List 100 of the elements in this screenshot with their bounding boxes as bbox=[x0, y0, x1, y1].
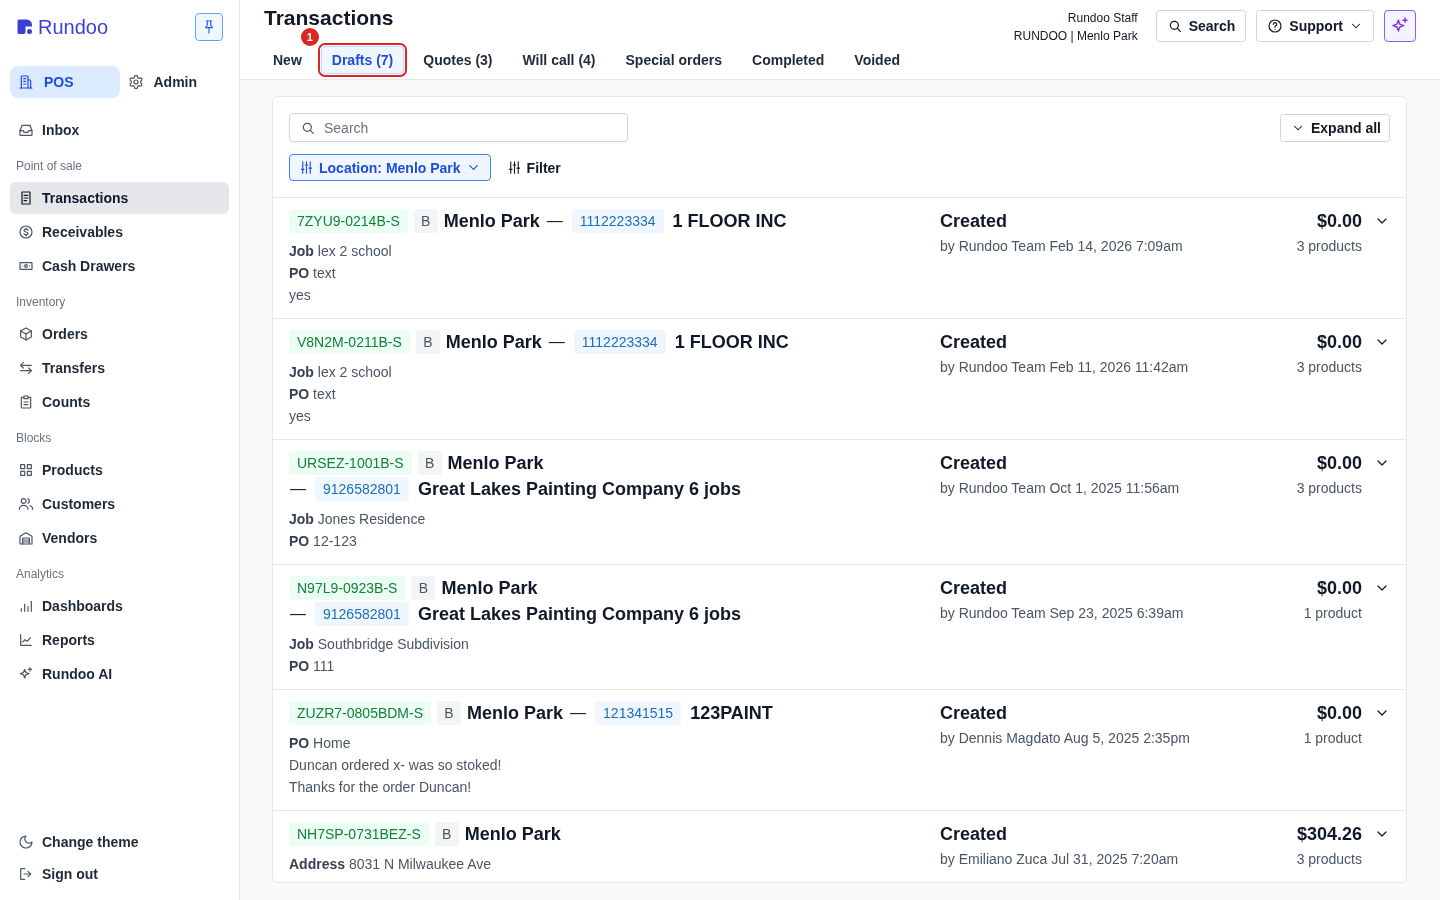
order-number-tag: V8N2M-0211B-S bbox=[289, 330, 410, 354]
total-amount: $0.00 bbox=[1316, 331, 1362, 354]
product-count: 1 product bbox=[1303, 729, 1362, 748]
total-amount: $0.00 bbox=[1316, 702, 1362, 725]
pin-button[interactable] bbox=[195, 13, 223, 41]
tab[interactable]: Will call (4) bbox=[511, 46, 607, 74]
location-name: Menlo Park bbox=[441, 577, 538, 600]
mode-tab[interactable]: POS bbox=[10, 66, 120, 98]
nav-item[interactable]: Reports bbox=[10, 624, 229, 656]
detail-line: PO 12-123 bbox=[289, 532, 357, 551]
nav-item[interactable]: Products bbox=[10, 454, 229, 486]
nav-item[interactable]: Vendors bbox=[10, 522, 229, 554]
phone-tag: 9126582801 bbox=[315, 477, 409, 501]
mode-tab[interactable]: Admin bbox=[119, 66, 229, 98]
tab[interactable]: Drafts (7) bbox=[320, 46, 405, 74]
detail-line: PO Home bbox=[289, 734, 351, 753]
created-by-text: by Emiliano Zuca Jul 31, 2025 7:20am bbox=[940, 850, 1179, 869]
detail-line: PO text bbox=[289, 264, 336, 283]
customer-name: Great Lakes Painting Company 6 jobs bbox=[417, 478, 741, 501]
order-number-tag: ZUZR7-0805BDM-S bbox=[289, 701, 432, 725]
location-name: Menlo Park bbox=[443, 210, 540, 233]
step-number-marker: 1 bbox=[300, 28, 319, 46]
nav-item[interactable]: Dashboards bbox=[10, 590, 229, 622]
tab[interactable]: Special orders bbox=[614, 46, 733, 74]
detail-line: Job lex 2 school bbox=[289, 242, 392, 261]
total-amount: $304.26 bbox=[1296, 823, 1362, 846]
order-number-tag: 7ZYU9-0214B-S bbox=[289, 209, 408, 233]
tab[interactable]: Quotes (3) bbox=[412, 46, 504, 74]
total-amount: $0.00 bbox=[1316, 210, 1362, 233]
nav-item[interactable]: Receivables bbox=[10, 216, 229, 248]
nav-item[interactable]: Sign out bbox=[10, 858, 229, 890]
status-text: Created bbox=[940, 702, 1008, 725]
product-count: 3 products bbox=[1296, 237, 1362, 256]
phone-tag: 1112223334 bbox=[571, 209, 664, 233]
separator-dash: — bbox=[548, 332, 565, 352]
nav-item[interactable]: Rundoo AI bbox=[10, 658, 229, 690]
sliders-icon bbox=[299, 160, 314, 175]
created-by-text: by Rundoo Team Feb 11, 2026 11:42am bbox=[940, 358, 1189, 377]
sparkle-icon bbox=[18, 666, 34, 682]
status-text: Created bbox=[940, 452, 1008, 475]
help-icon bbox=[1267, 18, 1284, 34]
created-by-text: by Rundoo Team Oct 1, 2025 11:56am bbox=[940, 479, 1180, 498]
location-filter-button[interactable]: Location: Menlo Park bbox=[289, 154, 491, 181]
ai-assistant-button[interactable] bbox=[1384, 10, 1416, 42]
order-number-tag: N97L9-0923B-S bbox=[289, 576, 406, 600]
nav-item[interactable]: Transfers bbox=[10, 352, 229, 384]
type-tag: B bbox=[417, 451, 442, 475]
detail-line: yes bbox=[289, 286, 311, 305]
product-count: 3 products bbox=[1296, 358, 1362, 377]
type-tag: B bbox=[434, 822, 459, 846]
type-tag: B bbox=[411, 576, 436, 600]
filter-button[interactable]: Filter bbox=[498, 154, 569, 181]
nav-item[interactable]: Cash Drawers bbox=[10, 250, 229, 282]
customer-name: 1 FLOOR INC bbox=[674, 331, 789, 354]
status-text: Created bbox=[940, 331, 1008, 354]
order-number-tag: NH7SP-0731BEZ-S bbox=[289, 822, 429, 846]
tab[interactable]: Voided bbox=[843, 46, 911, 74]
search-button[interactable]: Search bbox=[1155, 10, 1247, 42]
detail-line: Job Southbridge Subdivision bbox=[289, 635, 469, 654]
phone-tag: 121341515 bbox=[595, 701, 682, 725]
customer-name: 123PAINT bbox=[690, 702, 773, 725]
separator-dash: — bbox=[290, 604, 306, 624]
brand-name: Rundoo bbox=[38, 15, 109, 39]
search-field[interactable]: Search bbox=[289, 113, 628, 142]
detail-line: Job Jones Residence bbox=[289, 510, 426, 529]
tab[interactable]: New bbox=[262, 46, 313, 74]
nav-item[interactable]: Inbox bbox=[10, 114, 229, 146]
status-text: Created bbox=[940, 210, 1008, 233]
expand-all-button[interactable]: Expand all bbox=[1279, 114, 1390, 142]
search-icon bbox=[300, 120, 316, 136]
detail-line: yes bbox=[289, 407, 311, 426]
bar-chart-icon bbox=[18, 598, 34, 614]
line-chart-icon bbox=[18, 632, 34, 648]
customer-name: Great Lakes Painting Company 6 jobs bbox=[417, 603, 741, 626]
product-count: 3 products bbox=[1296, 479, 1362, 498]
gear-icon bbox=[127, 74, 144, 90]
user-name: Rundoo Staff bbox=[1067, 10, 1138, 27]
nav-item[interactable]: Change theme bbox=[10, 826, 229, 858]
order-number-tag: URSEZ-1001B-S bbox=[289, 451, 412, 475]
total-amount: $0.00 bbox=[1316, 452, 1362, 475]
type-tag: B bbox=[413, 209, 438, 233]
detail-line: Job lex 2 school bbox=[289, 363, 392, 382]
detail-line: PO 111 bbox=[289, 657, 335, 676]
support-button[interactable]: Support bbox=[1256, 10, 1374, 42]
separator-dash: — bbox=[546, 211, 563, 231]
warehouse-icon bbox=[18, 530, 34, 546]
detail-line: Duncan ordered x- was so stoked! bbox=[289, 756, 502, 775]
clipboard-icon bbox=[18, 394, 34, 410]
detail-line: Thanks for the order Duncan! bbox=[289, 778, 472, 797]
section-heading: Blocks bbox=[16, 430, 52, 446]
nav-item[interactable]: Transactions bbox=[10, 182, 229, 214]
nav-item[interactable]: Customers bbox=[10, 488, 229, 520]
page-title: Transactions bbox=[264, 8, 394, 28]
inbox-icon bbox=[18, 122, 34, 138]
product-count: 1 product bbox=[1303, 604, 1362, 623]
nav-item[interactable]: Orders bbox=[10, 318, 229, 350]
created-by-text: by Dennis Magdato Aug 5, 2025 2:35pm bbox=[940, 729, 1190, 748]
tab[interactable]: Completed bbox=[741, 46, 836, 74]
nav-item[interactable]: Counts bbox=[10, 386, 229, 418]
detail-line: PO text bbox=[289, 385, 336, 404]
